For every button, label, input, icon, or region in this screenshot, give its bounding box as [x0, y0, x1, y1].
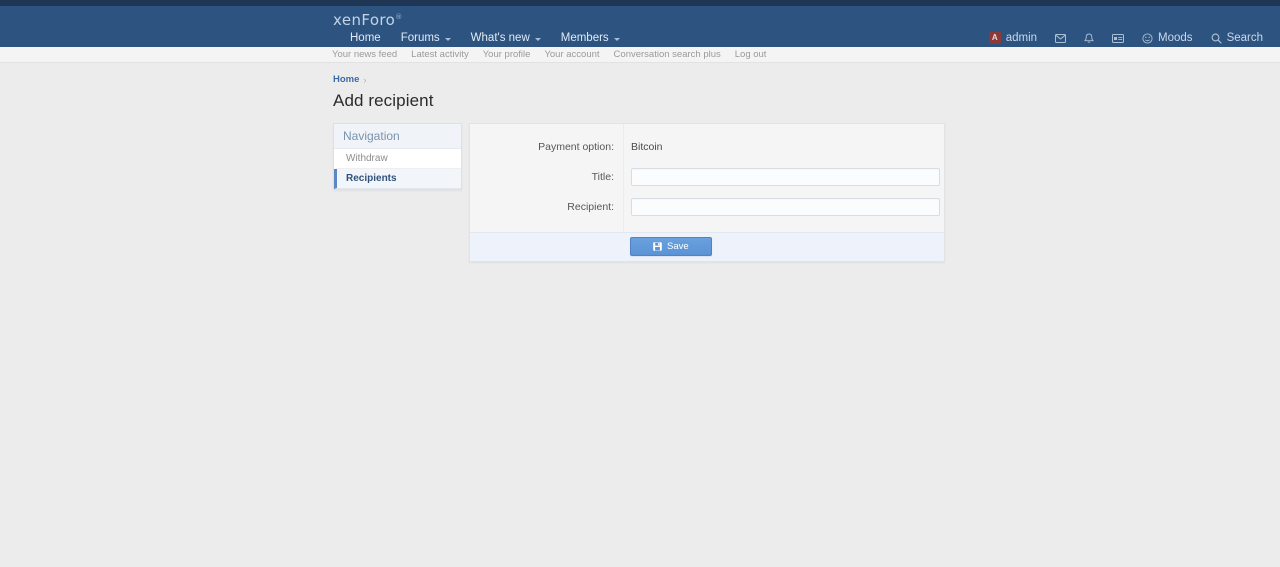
secondary-nav-your-news-feed[interactable]: Your news feed [332, 49, 405, 60]
chevron-down-icon [534, 37, 541, 41]
form-row-payment-option: Payment option: Bitcoin [470, 132, 944, 162]
secondary-nav-conversation-search-plus[interactable]: Conversation search plus [614, 49, 729, 60]
account-menu-button[interactable]: A admin [980, 30, 1046, 46]
sidebar-item-recipients[interactable]: Recipients [334, 169, 461, 189]
floppy-disk-icon [653, 242, 662, 251]
search-button[interactable]: Search [1202, 30, 1272, 46]
title-label: Title: [591, 171, 614, 183]
sidebar-item-label: Withdraw [346, 153, 388, 164]
secondary-navigation-bar: Your news feed Latest activity Your prof… [0, 47, 1280, 63]
breadcrumb-separator-icon: › [363, 74, 367, 85]
search-icon [1211, 33, 1222, 44]
recipient-label: Recipient: [567, 201, 614, 213]
form-row-title: Title: [470, 162, 944, 192]
sidebar-item-withdraw[interactable]: Withdraw [334, 149, 461, 169]
recipient-input[interactable] [631, 198, 940, 216]
nav-item-label: Members [560, 32, 609, 44]
secondary-nav-your-account[interactable]: Your account [544, 49, 607, 60]
nav-item-label: Home [350, 32, 381, 44]
form-footer: Save [470, 232, 944, 261]
sidebar-navigation: Navigation Withdraw Recipients [333, 123, 462, 190]
secondary-nav-latest-activity[interactable]: Latest activity [411, 49, 477, 60]
inbox-button[interactable] [1046, 32, 1075, 45]
page-title: Add recipient [333, 91, 434, 110]
username-label: admin [1005, 32, 1038, 44]
add-recipient-form-panel: Payment option: Bitcoin Title: Recipient… [469, 123, 945, 262]
header-user-controls: A admin Moods Search [980, 30, 1272, 46]
nav-item-label: What's new [470, 32, 530, 44]
save-button-label: Save [667, 241, 689, 252]
nav-item-forums[interactable]: Forums [391, 30, 461, 46]
page-content: Home › Add recipient Navigation Withdraw… [330, 63, 950, 262]
payment-option-label: Payment option: [538, 141, 614, 153]
secondary-nav-log-out[interactable]: Log out [735, 49, 775, 60]
registered-mark: ® [395, 13, 403, 21]
avatar: A [988, 32, 1001, 44]
chevron-down-icon [613, 37, 620, 41]
smiley-face-icon [1142, 32, 1153, 44]
form-body: Payment option: Bitcoin Title: Recipient… [470, 124, 944, 232]
sidebar-item-label: Recipients [346, 173, 397, 184]
moods-label: Moods [1158, 32, 1193, 44]
site-header: xenForo® Home Forums What's new Members [0, 6, 1280, 47]
moods-button[interactable]: Moods [1133, 30, 1202, 46]
nav-item-whats-new[interactable]: What's new [461, 30, 551, 46]
alerts-bell-icon [1084, 33, 1095, 44]
save-button[interactable]: Save [630, 237, 712, 256]
search-label: Search [1226, 32, 1263, 44]
breadcrumb: Home › [330, 74, 950, 85]
form-row-recipient: Recipient: [470, 192, 944, 222]
site-logo[interactable]: xenForo® [333, 11, 403, 29]
title-input[interactable] [631, 168, 940, 186]
chevron-down-icon [444, 37, 451, 41]
primary-navigation: Home Forums What's new Members [340, 30, 630, 46]
secondary-nav-your-profile[interactable]: Your profile [483, 49, 539, 60]
payment-option-value: Bitcoin [631, 141, 663, 153]
site-logo-text: xenForo [333, 11, 396, 29]
breadcrumb-home-link[interactable]: Home [333, 74, 359, 85]
credit-card-button[interactable] [1103, 32, 1133, 45]
nav-item-home[interactable]: Home [340, 30, 391, 46]
inbox-icon [1055, 33, 1067, 43]
credit-card-icon [1112, 33, 1125, 43]
nav-item-label: Forums [400, 32, 440, 44]
alerts-button[interactable] [1075, 31, 1103, 46]
nav-item-members[interactable]: Members [551, 30, 630, 46]
sidebar-header: Navigation [334, 124, 461, 149]
